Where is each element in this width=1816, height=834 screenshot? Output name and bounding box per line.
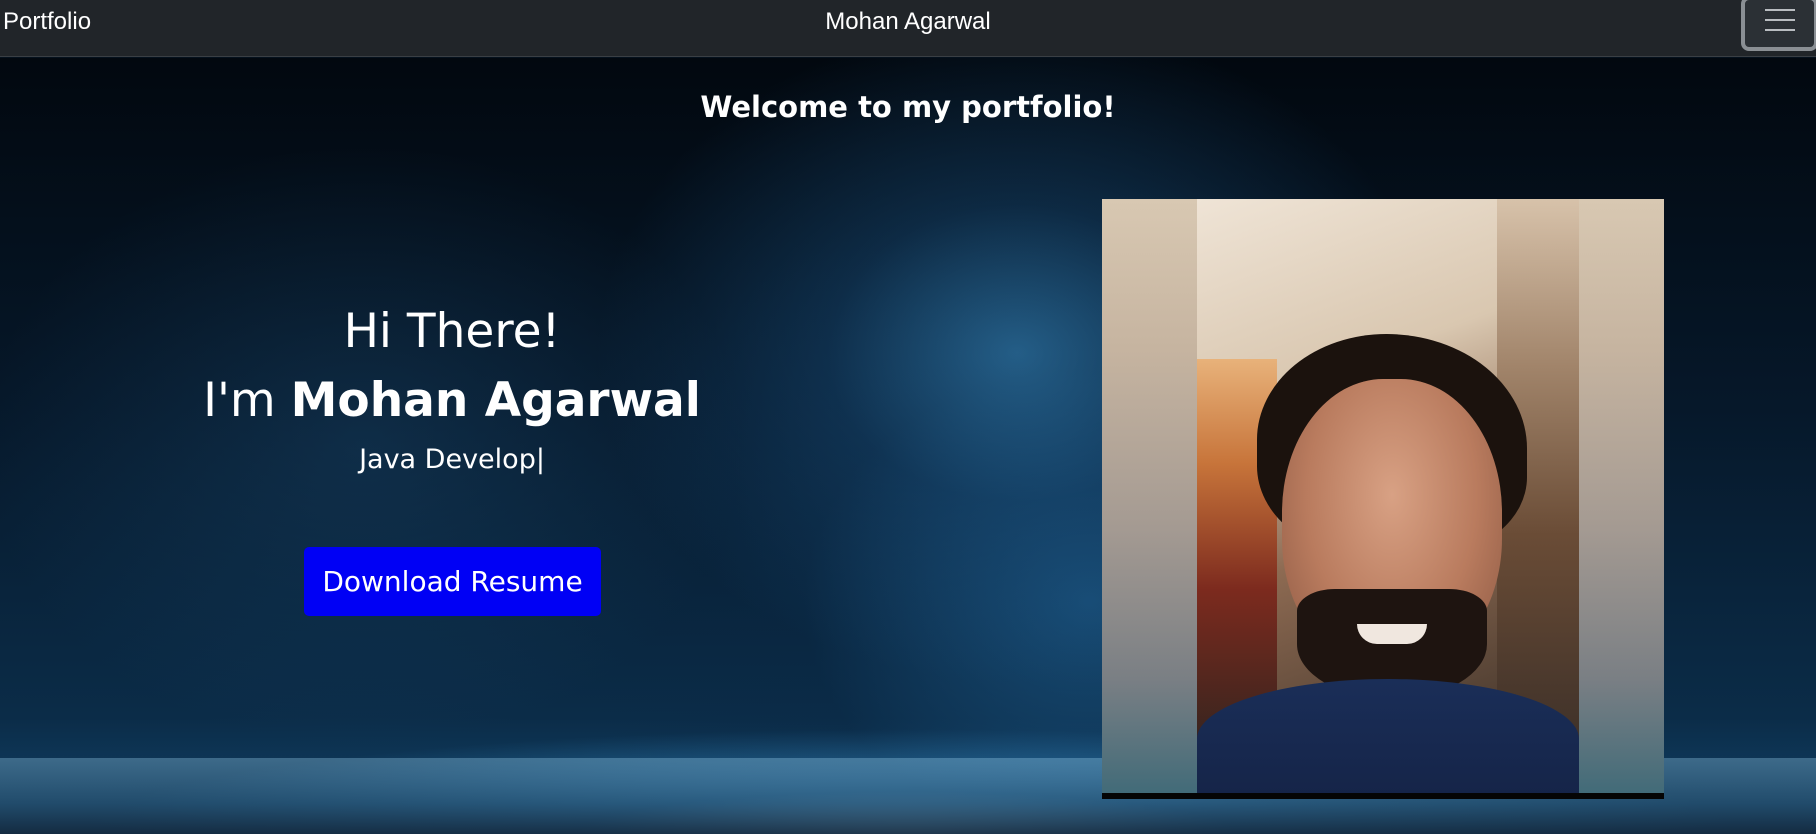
role-typed-text: Java Develop|	[359, 444, 545, 475]
hero-section: Welcome to my portfolio! Hi There! I'm M…	[0, 58, 1816, 834]
nav-title: Mohan Agarwal	[825, 8, 991, 35]
name-text: Mohan Agarwal	[290, 373, 701, 428]
greeting-text: Hi There!	[343, 304, 561, 359]
name-line: I'm Mohan Agarwal	[152, 366, 752, 436]
intro-block: Hi There! I'm Mohan Agarwal Java Develop…	[152, 298, 752, 482]
photo-shirt	[1197, 679, 1579, 793]
intro-prefix: I'm	[203, 373, 291, 428]
download-resume-button[interactable]: Download Resume	[304, 547, 601, 616]
photo-mouth	[1357, 624, 1427, 644]
navbar: Portfolio Mohan Agarwal	[0, 0, 1816, 57]
nav-title-container: Mohan Agarwal	[0, 8, 1816, 36]
navbar-toggler-button[interactable]	[1741, 0, 1816, 51]
brand-link[interactable]: Portfolio	[3, 8, 91, 36]
profile-photo-image	[1197, 199, 1579, 793]
photo-bottom-edge	[1102, 793, 1664, 799]
welcome-heading: Welcome to my portfolio!	[700, 90, 1116, 124]
profile-photo	[1102, 199, 1664, 799]
